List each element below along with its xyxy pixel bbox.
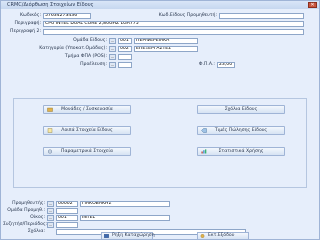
supplier-name-field: ΓΙΑΚΟΒΑΚΗΣ — [80, 201, 170, 207]
category-label: Κατηγορία (Υποκατ.Ομάδας): — [39, 46, 107, 51]
save-icon — [104, 234, 109, 238]
supplier-code-field[interactable]: 00002 — [56, 201, 78, 207]
packaging-field[interactable] — [56, 222, 78, 228]
supplier-group-lookup-button[interactable]: ... — [47, 208, 54, 214]
supplier-group-label: Ομάδα Προμηθ.: — [7, 208, 45, 213]
other-details-button[interactable]: Λοιπά Στοιχεία Είδους — [43, 126, 131, 135]
supplier-code-field[interactable] — [219, 13, 304, 19]
origin-field[interactable] — [118, 62, 132, 68]
origin-label: Προέλευση: — [80, 62, 107, 67]
title-bar: CRMC/Διόρθωση Στοιχείων Είδους ✕ — [1, 1, 319, 9]
vat-rate-field[interactable]: 23,00 — [217, 62, 235, 68]
packaging-lookup-button[interactable]: ... — [47, 222, 54, 228]
origin-lookup-button[interactable]: ... — [109, 62, 116, 68]
group-code-field[interactable]: 001 — [118, 38, 132, 44]
item-edit-window: CRMC/Διόρθωση Στοιχείων Είδους ✕ Κωδικός… — [0, 0, 320, 240]
category-code-field[interactable]: 002 — [118, 46, 132, 52]
description-label: Περιγραφή: — [14, 21, 41, 26]
description-field[interactable]: CPU INTEL DUAL CORE 2,80GHZ LGA775 — [43, 21, 304, 27]
item-notes-label: Σχόλια Είδους — [224, 107, 258, 112]
code-label: Κωδικός: — [20, 13, 41, 18]
window-title: CRMC/Διόρθωση Στοιχείων Είδους — [7, 2, 94, 8]
group-label: Ομάδα Είδους: — [73, 38, 107, 43]
vat-group-label: Τμήμα ΦΠΑ (POS): — [64, 54, 107, 59]
statistics-label: Στατιστικά Χρήσης — [218, 149, 264, 154]
save-label: Ρηξη Καταχώρηση — [112, 233, 155, 238]
description2-field[interactable] — [43, 29, 304, 35]
brand-code-field[interactable]: 001 — [56, 215, 78, 221]
supplier-lookup-button[interactable]: ... — [47, 201, 54, 207]
code-field[interactable]: 57634273436 — [43, 13, 91, 19]
parametric-label: Παραμετρικά Στοιχεία — [60, 149, 114, 154]
statistics-button[interactable]: Στατιστικά Χρήσης — [197, 147, 285, 156]
group-lookup-button[interactable]: ... — [109, 38, 116, 44]
units-button[interactable]: Μονάδες / Συσκευασία — [43, 105, 131, 114]
supplier-code-label: Κωδ.Είδους Προμηθευτή: — [158, 13, 217, 18]
description2-label: Περιγραφή 2: — [10, 29, 41, 34]
exit-icon — [200, 234, 205, 238]
close-button[interactable]: ✕ — [308, 2, 317, 8]
sale-prices-label: Τιμές Πώλησης Είδους — [214, 128, 268, 133]
exit-button[interactable]: Εκτ.Εξόδου — [197, 232, 249, 239]
category-name-field: ΕΠΕΞΕΡΓΑΣΤΕΣ — [134, 46, 198, 52]
packaging-label: Συζητήσ/Περιόδος: — [3, 222, 48, 227]
category-lookup-button[interactable]: ... — [109, 46, 116, 52]
close-icon: ✕ — [310, 2, 315, 8]
notes-label: Σχόλια: — [27, 229, 45, 234]
brand-lookup-button[interactable]: ... — [47, 215, 54, 221]
units-label: Μονάδες / Συσκευασία — [61, 107, 113, 112]
vat-rate-label: Φ.Π.Α.: — [198, 62, 215, 67]
save-button[interactable]: Ρηξη Καταχώρηση — [101, 232, 155, 239]
parametric-button[interactable]: Παραμετρικά Στοιχεία — [43, 147, 131, 156]
vat-group-field[interactable] — [118, 54, 132, 60]
brand-label: Οίκος: — [30, 215, 45, 220]
supplier-label: Προμηθευτής: — [12, 201, 45, 206]
supplier-group-field[interactable] — [56, 208, 78, 214]
other-details-label: Λοιπά Στοιχεία Είδους — [61, 128, 113, 133]
item-notes-button[interactable]: Σχόλια Είδους — [197, 105, 285, 114]
vat-group-lookup-button[interactable]: ... — [109, 54, 116, 60]
group-name-field: ΠΕΡΙΦΕΡΕΙΑΚΑ — [134, 38, 198, 44]
exit-label: Εκτ.Εξόδου — [208, 233, 235, 238]
brand-name-field: INTEL — [80, 215, 170, 221]
sale-prices-button[interactable]: Τιμές Πώλησης Είδους — [197, 126, 285, 135]
